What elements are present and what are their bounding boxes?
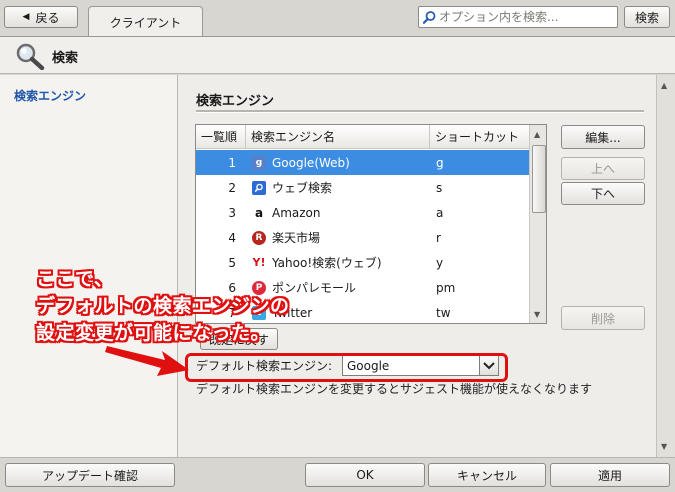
sidebar-item-search-engines[interactable]: 検索エンジン xyxy=(14,87,86,104)
edit-button-label: 編集... xyxy=(585,130,621,145)
cancel-button-label: キャンセル xyxy=(456,468,517,483)
annotation-line: 設定変更が可能になった。 xyxy=(36,322,271,344)
annotation-highlight-box xyxy=(185,353,508,382)
ok-button-label: OK xyxy=(356,468,374,482)
page-title: 検索 xyxy=(52,51,79,66)
update-check-button[interactable]: アップデート確認 xyxy=(5,463,175,487)
row-order: 5 xyxy=(228,255,236,270)
table-row[interactable]: 2 ウェブ検索 s xyxy=(196,175,529,200)
column-header-shortcut[interactable]: ショートカット xyxy=(430,125,530,149)
magnifier-icon xyxy=(14,42,46,73)
top-bar: ◀ 戻る クライアント 検索 xyxy=(0,0,675,37)
search-input[interactable] xyxy=(437,8,616,26)
search-box[interactable] xyxy=(418,6,618,28)
row-shortcut: pm xyxy=(436,280,456,295)
row-name: Yahoo!検索(ウェブ) xyxy=(272,256,382,270)
scroll-up-arrow-icon[interactable]: ▲ xyxy=(661,81,667,90)
back-button[interactable]: ◀ 戻る xyxy=(4,6,78,28)
update-check-button-label: アップデート確認 xyxy=(41,468,138,483)
row-order: 3 xyxy=(228,205,236,220)
column-header-order[interactable]: 一覧順 xyxy=(196,125,246,149)
content-scrollbar[interactable]: ▲ ▼ xyxy=(656,75,675,457)
edit-button[interactable]: 編集... xyxy=(561,125,645,149)
cancel-button[interactable]: キャンセル xyxy=(428,463,546,487)
rakuten-icon: R xyxy=(252,230,266,245)
row-shortcut: y xyxy=(436,255,444,270)
row-name: Amazon xyxy=(272,205,321,220)
web-search-icon xyxy=(252,180,266,195)
move-down-button[interactable]: 下へ xyxy=(561,182,645,205)
row-shortcut: r xyxy=(436,230,441,245)
page-header: 検索 xyxy=(0,36,675,74)
row-name: 楽天市場 xyxy=(272,231,321,245)
search-icon xyxy=(419,10,437,25)
list-scrollbar[interactable]: ▲ ▼ xyxy=(529,125,546,323)
back-button-label: 戻る xyxy=(35,10,60,25)
table-row[interactable]: 5 Y! Yahoo!検索(ウェブ) y xyxy=(196,250,529,275)
default-engine-hint: デフォルト検索エンジンを変更するとサジェスト機能が使えなくなります xyxy=(196,382,593,396)
annotation-line: ここで、 xyxy=(36,268,114,290)
table-row[interactable]: 4 R 楽天市場 r xyxy=(196,225,529,250)
apply-button[interactable]: 適用 xyxy=(550,463,670,487)
row-order: 1 xyxy=(228,155,236,170)
row-shortcut: tw xyxy=(436,305,451,320)
yahoo-icon: Y! xyxy=(252,255,266,270)
search-button[interactable]: 検索 xyxy=(624,6,670,28)
row-order: 2 xyxy=(228,180,236,195)
row-shortcut: a xyxy=(436,205,444,220)
google-icon: g xyxy=(252,155,266,170)
move-down-button-label: 下へ xyxy=(590,187,615,201)
row-shortcut: g xyxy=(436,155,444,170)
section-title: 検索エンジン xyxy=(196,94,275,109)
tab-client[interactable]: クライアント xyxy=(88,6,203,37)
annotation-line: デフォルトの検索エンジンの xyxy=(36,295,290,317)
list-scroll-thumb[interactable] xyxy=(532,145,546,213)
row-order: 4 xyxy=(228,230,236,245)
apply-button-label: 適用 xyxy=(597,468,622,483)
move-up-button[interactable]: 上へ xyxy=(561,157,645,180)
annotation-arrow-icon xyxy=(105,346,189,376)
search-button-label: 検索 xyxy=(634,10,659,25)
delete-button-label: 削除 xyxy=(590,311,615,326)
move-up-button-label: 上へ xyxy=(590,162,615,176)
tab-client-label: クライアント xyxy=(109,15,182,30)
row-name: ウェブ検索 xyxy=(272,181,333,195)
row-shortcut: s xyxy=(436,180,443,195)
row-name: Google(Web) xyxy=(272,155,350,170)
section-divider xyxy=(196,110,644,113)
scroll-down-arrow-icon[interactable]: ▼ xyxy=(661,442,667,451)
table-row[interactable]: 1 g Google(Web) g xyxy=(196,150,529,175)
list-scroll-down-icon[interactable]: ▼ xyxy=(534,310,540,319)
column-header-name[interactable]: 検索エンジン名 xyxy=(246,125,430,149)
table-row[interactable]: 3 a Amazon a xyxy=(196,200,529,225)
list-scroll-up-icon[interactable]: ▲ xyxy=(534,130,540,139)
delete-button[interactable]: 削除 xyxy=(561,306,645,330)
ok-button[interactable]: OK xyxy=(305,463,425,487)
back-arrow-icon: ◀ xyxy=(22,12,30,22)
amazon-icon: a xyxy=(252,205,266,220)
